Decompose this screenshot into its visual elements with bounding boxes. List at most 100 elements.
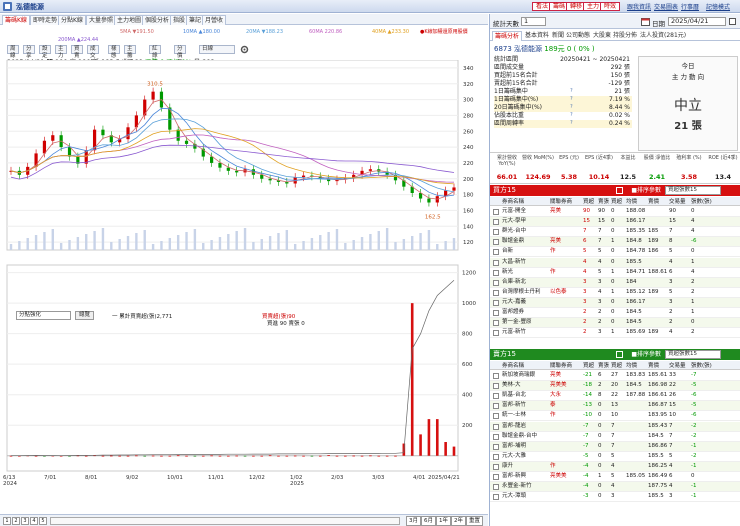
chart-scrollbar[interactable] [50, 517, 400, 525]
table-row[interactable]: 元富-開全 亮美 90 90 0 188.08 90 0 [490, 207, 740, 218]
col-header[interactable]: 券商名稱 [502, 361, 524, 369]
col-header[interactable]: 關聯券商 [550, 361, 572, 369]
broker-name[interactable]: 大昌-新竹 [502, 258, 526, 267]
timeliness-button[interactable]: 時效 [600, 2, 621, 11]
tab-realtime[interactable]: 即時走勢 [30, 15, 61, 25]
page-2[interactable]: 2 [12, 517, 20, 525]
broker-name[interactable]: 富邦-新興 [502, 472, 526, 481]
table-row[interactable]: 統一-士林作 -10 0 10 183.95 10 -6 [490, 411, 740, 422]
buy-checkbox[interactable] [616, 187, 623, 194]
tab-branch-kline[interactable]: 分點K線 [58, 15, 86, 25]
col-header[interactable]: 交易量 [669, 361, 686, 369]
tool-weekly[interactable]: 周線 [7, 45, 19, 59]
tab-chips-kline[interactable]: 籌碼K線 [2, 15, 30, 25]
table-row[interactable]: 台灣摩根士丹利 以色泰 3 4 1 185.12 189 5 2 [490, 288, 740, 298]
row-checkbox[interactable] [493, 219, 499, 226]
table-row[interactable]: 群光-台中 7 7 0 185.35 185 7 4 [490, 227, 740, 238]
broker-name[interactable]: 台灣摩根士丹利 [502, 288, 541, 297]
page-5[interactable]: 5 [39, 517, 47, 525]
tab-monthly-revenue[interactable]: 月營收 [202, 15, 227, 25]
broker-name[interactable]: 元大-學甲 [502, 217, 526, 226]
row-checkbox[interactable] [493, 209, 499, 215]
tool-volume[interactable]: 成交量 [87, 45, 99, 66]
zoom-reset[interactable]: 重置 [466, 516, 484, 526]
date-input[interactable]: 2025/04/21 [668, 17, 726, 26]
broker-name[interactable]: 凱基-台北 [502, 391, 526, 400]
row-checkbox[interactable] [493, 269, 499, 276]
table-row[interactable]: 富邦-龍岩 -7 0 7 185.43 7 -2 [490, 421, 740, 432]
tool-price-volume[interactable]: 分價量 [174, 45, 186, 66]
memory-mode-link[interactable]: 記憶模式 [706, 2, 730, 11]
col-header[interactable]: 均價 [626, 361, 637, 369]
row-checkbox[interactable] [493, 484, 499, 491]
volume-panel-button[interactable]: 總覽 [75, 311, 95, 320]
broker-name[interactable]: 台新 [502, 247, 513, 256]
tool-buysell[interactable]: 買賣 [71, 45, 83, 59]
broker-name[interactable]: 聯誼金鼎 [502, 237, 524, 246]
row-checkbox[interactable] [493, 239, 499, 246]
broker-name[interactable]: 新光 [502, 268, 513, 277]
row-checkbox[interactable] [493, 453, 499, 460]
page-1[interactable]: 1 [3, 517, 11, 525]
tool-settings[interactable]: 設定 [39, 45, 51, 59]
row-checkbox[interactable] [493, 259, 499, 266]
price-volume-chart[interactable]: 340 320 300 280 260 240 220 200 180 160 140 120 310.… [0, 59, 488, 514]
table-row[interactable]: 美林-大 亮美美 -18 2 20 184.5 186.98 22 -5 [490, 381, 740, 392]
broker-name[interactable]: 美林-大 [502, 381, 521, 390]
row-checkbox[interactable] [493, 229, 499, 236]
tab-basic-data[interactable]: 基本資料 [523, 31, 551, 41]
row-checkbox[interactable] [493, 310, 499, 316]
volume-panel-select[interactable]: 分點強化 [16, 311, 71, 320]
tool-main[interactable]: 主力 [55, 45, 67, 59]
col-header[interactable]: 買超 [611, 361, 622, 369]
col-header[interactable]: 交易量 [669, 197, 686, 205]
row-checkbox[interactable] [493, 403, 499, 410]
table-row[interactable]: 第一金-豐原 2 2 0 184.5 2 0 [490, 318, 740, 329]
col-header[interactable]: 賣張 [598, 361, 609, 369]
tool-pattern[interactable]: 樣態 [108, 45, 120, 59]
row-checkbox[interactable] [493, 494, 499, 501]
broker-name[interactable]: 新加坡商瑞銀 [502, 371, 535, 380]
broker-name[interactable]: 富邦-龍岩 [502, 422, 526, 431]
buy-sort-select[interactable]: 買超張數15 [665, 186, 721, 195]
row-checkbox[interactable] [493, 299, 499, 306]
table-row[interactable]: 元富-新竹 2 3 1 185.69 189 4 2 [490, 328, 740, 339]
table-row[interactable]: 富邦-新竹 泰 -13 0 13 186.87 15 -5 [490, 401, 740, 412]
table-row[interactable]: 元大-嘉義 3 3 0 186.17 3 1 [490, 297, 740, 308]
table-row[interactable]: 台新 作 5 5 0 184.78 186 5 0 [490, 247, 740, 258]
col-header[interactable]: 張數(張) [691, 361, 712, 369]
col-header[interactable]: 賣張 [598, 197, 609, 205]
table-row[interactable]: 新光 作 4 5 1 184.71 188.61 6 4 [490, 268, 740, 278]
table-row[interactable]: 富邦-新興 亮美美 -4 1 5 185.05 186.49 6 0 [490, 472, 740, 483]
col-header[interactable]: 均價 [626, 197, 637, 205]
tool-main-chips[interactable]: 主籌碼 [124, 45, 136, 66]
row-checkbox[interactable] [493, 443, 499, 450]
broker-name[interactable]: 元大-大雅 [502, 452, 526, 461]
row-checkbox[interactable] [493, 463, 499, 470]
row-checkbox[interactable] [493, 279, 499, 286]
zoom-1y[interactable]: 1年 [436, 516, 451, 526]
row-checkbox[interactable] [493, 433, 499, 440]
row-checkbox[interactable] [493, 289, 499, 296]
page-4[interactable]: 4 [30, 517, 38, 525]
row-checkbox[interactable] [493, 373, 499, 379]
calendar-icon[interactable] [641, 17, 650, 26]
row-checkbox[interactable] [493, 320, 499, 327]
broker-name[interactable]: 富邦證券 [502, 308, 524, 317]
broker-name[interactable]: 合庫-新北 [502, 278, 526, 287]
calendar-link[interactable]: 行事曆 [681, 2, 699, 11]
broker-name[interactable]: 永豐金-新竹 [502, 482, 532, 491]
days-select[interactable]: 1 [521, 17, 546, 26]
tab-chips-analysis[interactable]: 籌碼分析 [492, 31, 523, 41]
tab-volume-ref[interactable]: 大量參照 [86, 15, 117, 25]
tab-main-map[interactable]: 主力地圖 [114, 15, 145, 25]
tab-institutional[interactable]: 法人投資(281元) [638, 31, 688, 41]
tab-company[interactable]: 公司動態 [564, 31, 592, 41]
row-checkbox[interactable] [493, 393, 499, 400]
zoom-3m[interactable]: 3月 [406, 516, 421, 526]
home-icon[interactable] [3, 2, 12, 11]
col-header[interactable]: 買超 [583, 197, 594, 205]
row-checkbox[interactable] [493, 249, 499, 256]
row-checkbox[interactable] [493, 330, 499, 337]
col-header[interactable]: 張數(張) [691, 197, 712, 205]
